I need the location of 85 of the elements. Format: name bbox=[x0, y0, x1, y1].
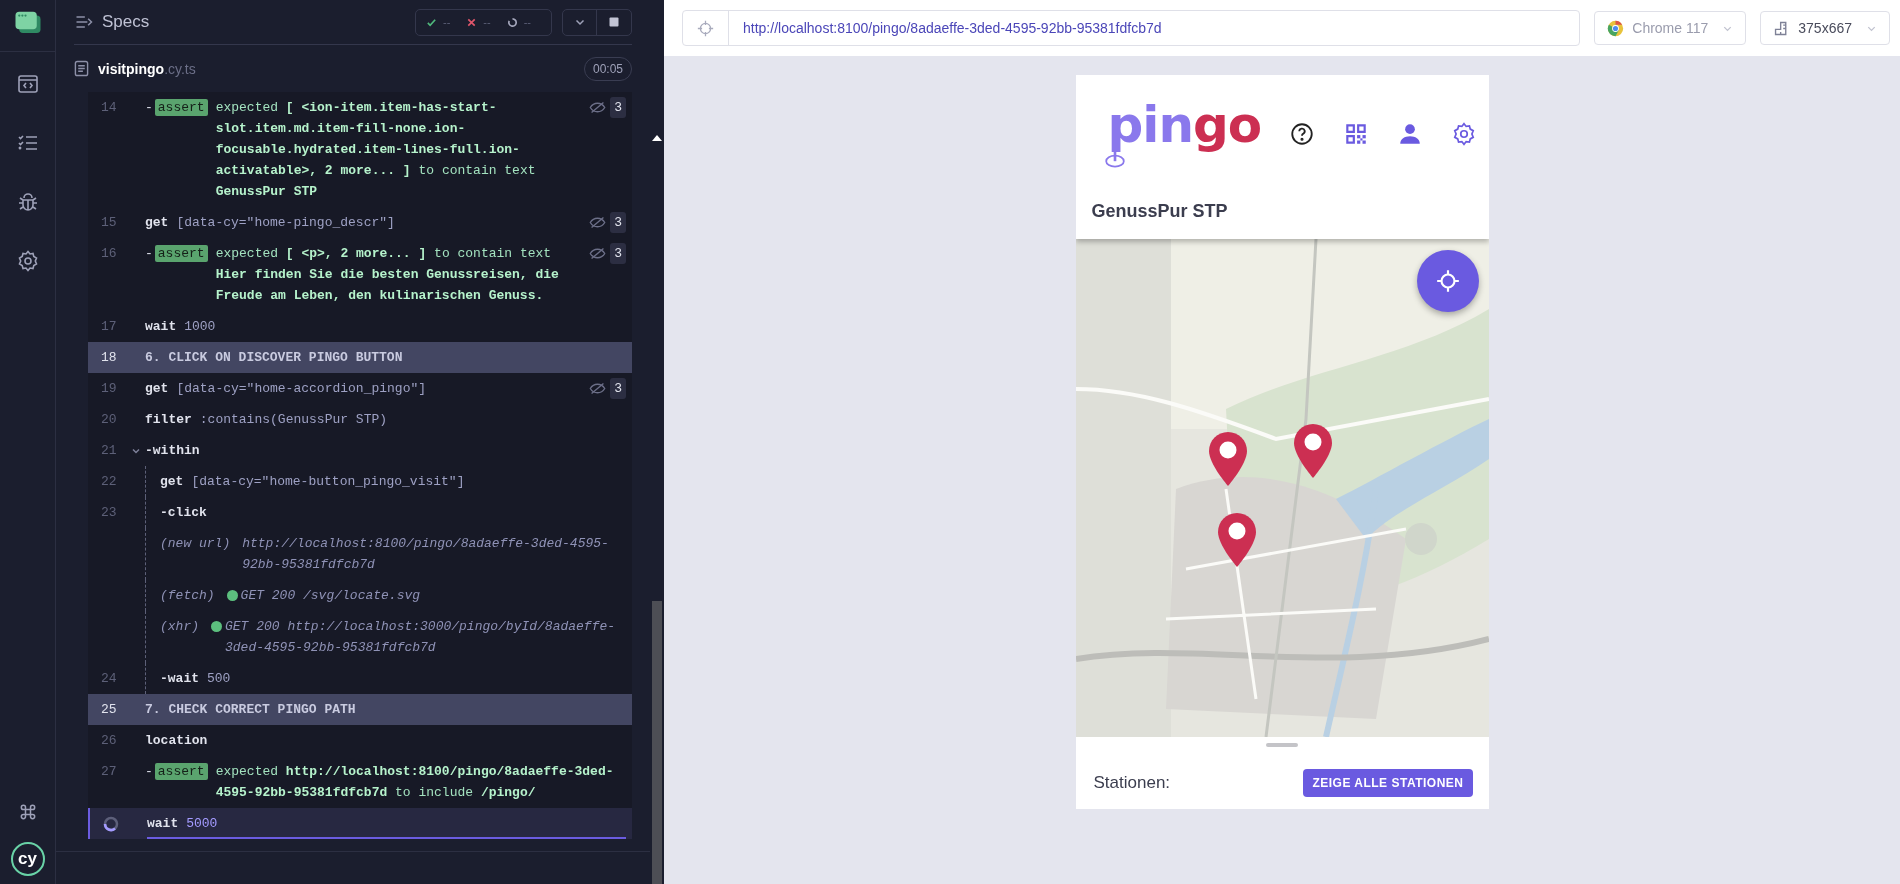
browser-icon bbox=[1607, 19, 1625, 37]
stop-icon bbox=[608, 16, 620, 29]
drag-handle[interactable] bbox=[1266, 743, 1298, 747]
hidden-eye-icon bbox=[589, 382, 607, 396]
spinner-icon bbox=[103, 816, 119, 833]
line-number: 20 bbox=[100, 411, 118, 430]
command-name: wait bbox=[145, 318, 177, 337]
spec-file-extension: .cy.ts bbox=[164, 60, 197, 77]
crosshair-icon bbox=[1434, 268, 1461, 294]
line-number: 26 bbox=[100, 732, 118, 751]
command-name: -click bbox=[160, 504, 207, 523]
app-logo: pingo bbox=[1107, 100, 1262, 150]
line-number: 17 bbox=[100, 318, 118, 337]
pending-count: -- bbox=[523, 16, 531, 29]
failed-count: -- bbox=[483, 16, 491, 29]
panel-title: Specs bbox=[102, 12, 151, 33]
assert-tag: assert bbox=[154, 99, 208, 117]
line-number: 18 bbox=[100, 349, 118, 368]
line-number: 21 bbox=[100, 442, 118, 461]
command-name: -within bbox=[145, 442, 200, 461]
command-name: get bbox=[145, 214, 169, 233]
command-name: -wait bbox=[160, 670, 199, 689]
help-icon[interactable] bbox=[1288, 121, 1315, 147]
event-message: http://localhost:8100/pingo/8adaeffe-3ded-4595-92bb-95381fdfcb7d bbox=[242, 535, 610, 575]
section-title: 6. CLICK ON DISCOVER PINGO BUTTON bbox=[145, 349, 403, 368]
event-type: (xhr) bbox=[160, 618, 199, 637]
command-message: 5000 bbox=[186, 816, 218, 832]
command-message: [data-cy="home-button_pingo_visit"] bbox=[191, 473, 466, 492]
command-name: location bbox=[145, 732, 208, 751]
map-pin-icon[interactable] bbox=[1207, 431, 1248, 487]
assert-tag: assert bbox=[154, 245, 208, 263]
line-number: 22 bbox=[100, 473, 118, 492]
line-number: 19 bbox=[100, 380, 118, 399]
event-message: GET 200 http://localhost:3000/pingo/byId/8adaeffe-3ded-4595-92bb-95381fdfcb7d bbox=[225, 618, 617, 658]
command-name: get bbox=[160, 473, 184, 492]
element-count: 3 bbox=[610, 378, 626, 400]
command-message: expected [ <p>, 2 more... ] to contain text Hier finden Sie die besten Genussreisen, die Freude am Leben, den kulinarischen Genuss. bbox=[215, 245, 560, 306]
map-pin-icon[interactable] bbox=[1216, 512, 1257, 568]
dash-mark: - bbox=[145, 763, 153, 782]
tour-title: GenussPur STP bbox=[1090, 200, 1229, 222]
event-type: (new url) bbox=[160, 535, 231, 554]
show-all-stations-button[interactable]: ZEIGE ALLE STATIONEN bbox=[1303, 769, 1473, 797]
command-name: filter bbox=[145, 411, 192, 430]
close-icon bbox=[466, 16, 478, 28]
dash-mark: - bbox=[145, 99, 153, 118]
brand-logo[interactable]: cy bbox=[10, 842, 45, 876]
file-icon bbox=[74, 60, 89, 78]
command-message: 1000 bbox=[184, 318, 217, 337]
line-number: 24 bbox=[100, 670, 118, 689]
command-message: expected http://localhost:8100/pingo/8adaeffe-3ded-4595-92bb-95381fdfcb7d to include /pingo/ bbox=[215, 763, 615, 803]
line-number: 27 bbox=[100, 763, 118, 782]
line-number: 16 bbox=[100, 245, 118, 264]
pin-ring-icon bbox=[1103, 150, 1126, 168]
line-number: 15 bbox=[100, 214, 118, 233]
command-name: wait bbox=[147, 816, 179, 832]
viewport-select[interactable]: 375x667 bbox=[1760, 11, 1890, 45]
code-window-icon[interactable] bbox=[15, 72, 40, 96]
line-number: 25 bbox=[100, 701, 118, 720]
line-number: 14 bbox=[100, 99, 118, 118]
passed-count: -- bbox=[443, 16, 451, 29]
url-field[interactable]: http://localhost:8100/pingo/8adaeffe-3ded-4595-92bb-95381fdfcb7d bbox=[682, 10, 1581, 46]
stations-label: Stationen: bbox=[1093, 773, 1171, 793]
element-count: 3 bbox=[610, 243, 626, 265]
command-message: expected [ <ion-item.item-has-start-slot.item.md.item-fill-none.ion-focusable.hydrated.item-lines-full.ion-activatable>, 2 more... ] to contain text GenussPur STP bbox=[215, 99, 537, 202]
line-number: 23 bbox=[100, 504, 118, 523]
section-title: 7. CHECK CORRECT PINGO PATH bbox=[145, 701, 356, 720]
command-message: 500 bbox=[207, 670, 232, 689]
check-icon bbox=[426, 16, 437, 28]
spec-file-name: visitpingo bbox=[98, 60, 165, 77]
event-type: (fetch) bbox=[160, 587, 215, 606]
hidden-eye-icon bbox=[589, 216, 607, 230]
assert-tag: assert bbox=[154, 763, 208, 781]
dash-mark: - bbox=[145, 245, 153, 264]
hidden-eye-icon bbox=[589, 101, 607, 115]
command-message: [data-cy="home-accordion_pingo"] bbox=[176, 380, 428, 399]
element-count: 3 bbox=[610, 97, 626, 119]
hidden-eye-icon bbox=[589, 247, 607, 261]
pending-icon bbox=[506, 16, 518, 28]
command-message: :contains(GenussPur STP) bbox=[199, 411, 389, 430]
command-message: [data-cy="home-pingo_descr"] bbox=[176, 214, 396, 233]
command-name: get bbox=[145, 380, 169, 399]
element-count: 3 bbox=[610, 212, 626, 234]
map-pin-icon[interactable] bbox=[1292, 423, 1333, 479]
event-message: GET 200 /svg/locate.svg bbox=[240, 587, 422, 606]
scrollbar-thumb[interactable] bbox=[652, 601, 662, 884]
